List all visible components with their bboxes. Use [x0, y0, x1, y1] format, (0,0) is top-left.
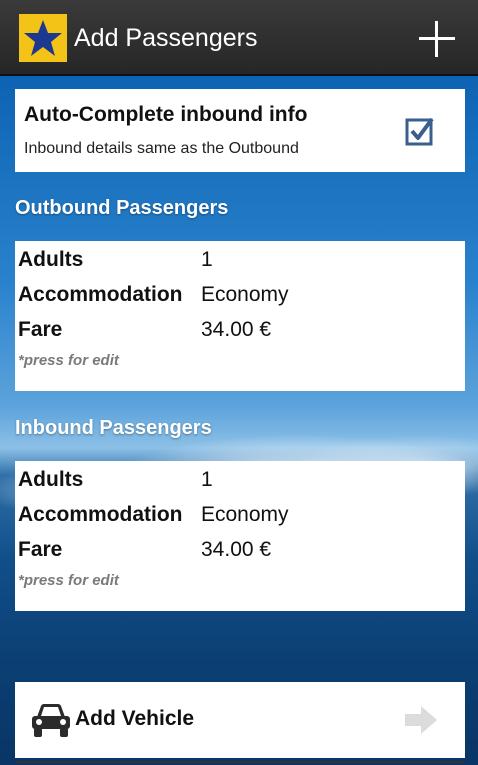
edit-hint: *press for edit — [18, 352, 119, 369]
row-value: 34.00 € — [201, 318, 272, 341]
action-bar: Add Passengers — [0, 0, 478, 76]
outbound-header: Outbound Passengers — [15, 197, 229, 219]
auto-complete-subtitle: Inbound details same as the Outbound — [24, 140, 299, 157]
arrow-right-icon — [405, 706, 437, 734]
car-icon — [32, 704, 70, 737]
edit-hint: *press for edit — [18, 572, 119, 589]
add-passenger-button[interactable] — [412, 14, 462, 64]
row-value: Economy — [201, 283, 289, 306]
auto-complete-title: Auto-Complete inbound info — [24, 103, 308, 126]
row-value: Economy — [201, 503, 289, 526]
inbound-passengers-card[interactable]: Adults 1 Accommodation Economy Fare 34.0… — [15, 461, 465, 611]
row-label: Accommodation — [18, 283, 183, 306]
auto-complete-checkbox[interactable] — [405, 116, 435, 146]
row-label: Adults — [18, 248, 84, 271]
row-label: Fare — [18, 538, 63, 561]
auto-complete-card[interactable]: Auto-Complete inbound info Inbound detai… — [15, 89, 465, 172]
inbound-header: Inbound Passengers — [15, 417, 212, 439]
outbound-passengers-card[interactable]: Adults 1 Accommodation Economy Fare 34.0… — [15, 241, 465, 391]
page-title: Add Passengers — [74, 24, 258, 52]
row-label: Fare — [18, 318, 63, 341]
plus-icon — [419, 21, 455, 57]
add-vehicle-label: Add Vehicle — [75, 707, 195, 730]
row-label: Accommodation — [18, 503, 183, 526]
divider — [15, 761, 465, 763]
star-logo-icon[interactable] — [19, 14, 67, 62]
add-vehicle-button[interactable]: Add Vehicle — [15, 682, 465, 758]
row-value: 34.00 € — [201, 538, 272, 561]
row-value: 1 — [201, 468, 213, 491]
row-label: Adults — [18, 468, 84, 491]
row-value: 1 — [201, 248, 213, 271]
